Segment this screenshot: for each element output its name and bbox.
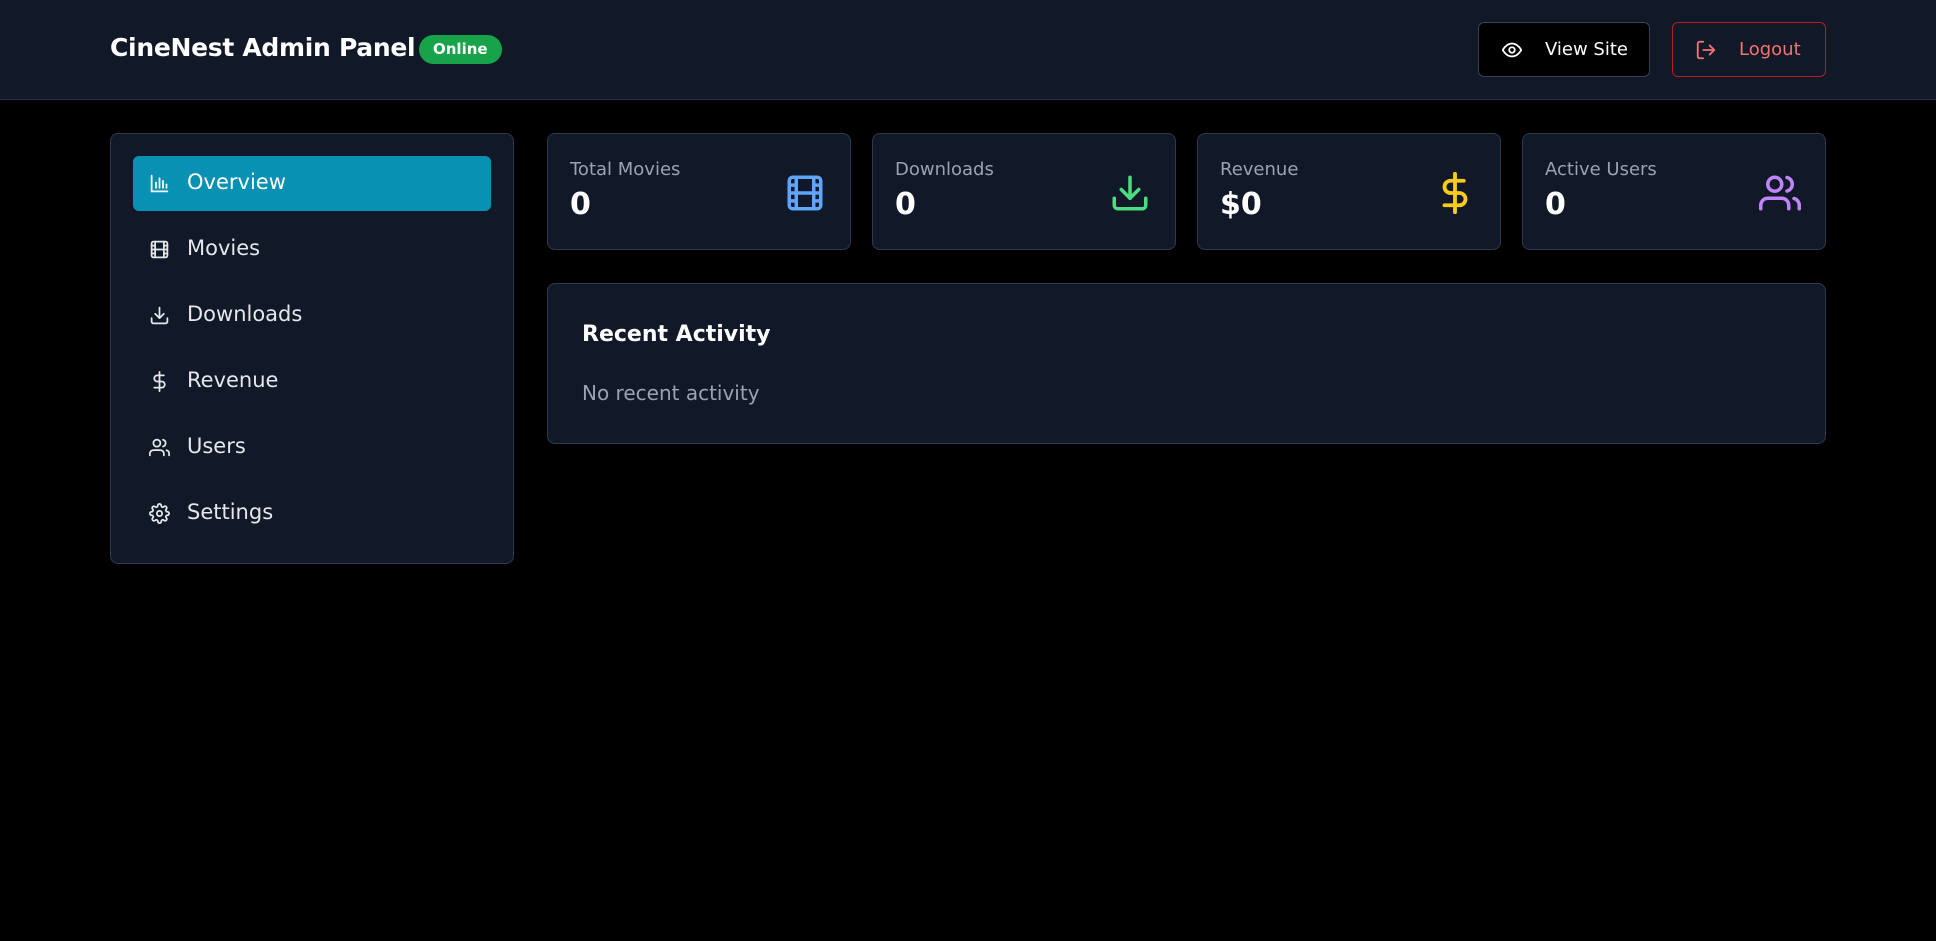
sidebar-item-downloads[interactable]: Downloads	[133, 288, 491, 343]
stat-card-revenue: Revenue $0	[1197, 133, 1501, 250]
logout-icon	[1695, 39, 1717, 61]
view-site-button[interactable]: View Site	[1478, 22, 1650, 77]
view-site-label: View Site	[1545, 39, 1628, 60]
stat-card-downloads: Downloads 0	[872, 133, 1176, 250]
stat-label: Revenue	[1220, 159, 1299, 180]
film-icon	[149, 239, 170, 260]
sidebar-item-label: Revenue	[187, 368, 279, 392]
recent-activity-panel: Recent Activity No recent activity	[547, 283, 1826, 444]
stat-label: Active Users	[1545, 159, 1657, 180]
sidebar-item-movies[interactable]: Movies	[133, 222, 491, 277]
app-title: CineNest Admin Panel	[110, 33, 416, 62]
users-icon	[1759, 172, 1801, 214]
sidebar-item-label: Downloads	[187, 302, 303, 326]
sidebar-item-label: Movies	[187, 236, 261, 260]
sidebar-item-users[interactable]: Users	[133, 420, 491, 475]
status-badge: Online	[419, 35, 502, 64]
download-icon	[1109, 172, 1151, 214]
film-icon	[784, 172, 826, 214]
logout-button[interactable]: Logout	[1672, 22, 1826, 77]
stat-value: 0	[570, 187, 591, 222]
sidebar-item-label: Settings	[187, 500, 274, 524]
stat-label: Downloads	[895, 159, 994, 180]
stat-value: 0	[1545, 187, 1566, 222]
top-header: CineNest Admin Panel Online View Site Lo…	[0, 0, 1936, 100]
sidebar: Overview Movies Downloads Revenue Users …	[110, 133, 514, 564]
users-icon	[149, 437, 170, 458]
sidebar-item-overview[interactable]: Overview	[133, 156, 491, 211]
bar-chart-icon	[149, 173, 170, 194]
eye-icon	[1501, 39, 1523, 61]
recent-activity-title: Recent Activity	[582, 322, 771, 347]
sidebar-item-label: Overview	[187, 170, 286, 194]
stat-label: Total Movies	[570, 159, 681, 180]
download-icon	[149, 305, 170, 326]
dollar-icon	[149, 371, 170, 392]
stat-value: 0	[895, 187, 916, 222]
dollar-icon	[1434, 172, 1476, 214]
logout-label: Logout	[1739, 39, 1801, 60]
sidebar-item-label: Users	[187, 434, 246, 458]
gear-icon	[149, 503, 170, 524]
stat-card-total-movies: Total Movies 0	[547, 133, 851, 250]
stat-value: $0	[1220, 187, 1262, 222]
stat-card-active-users: Active Users 0	[1522, 133, 1826, 250]
sidebar-item-revenue[interactable]: Revenue	[133, 354, 491, 409]
sidebar-item-settings[interactable]: Settings	[133, 486, 491, 541]
recent-activity-empty-text: No recent activity	[582, 381, 760, 405]
